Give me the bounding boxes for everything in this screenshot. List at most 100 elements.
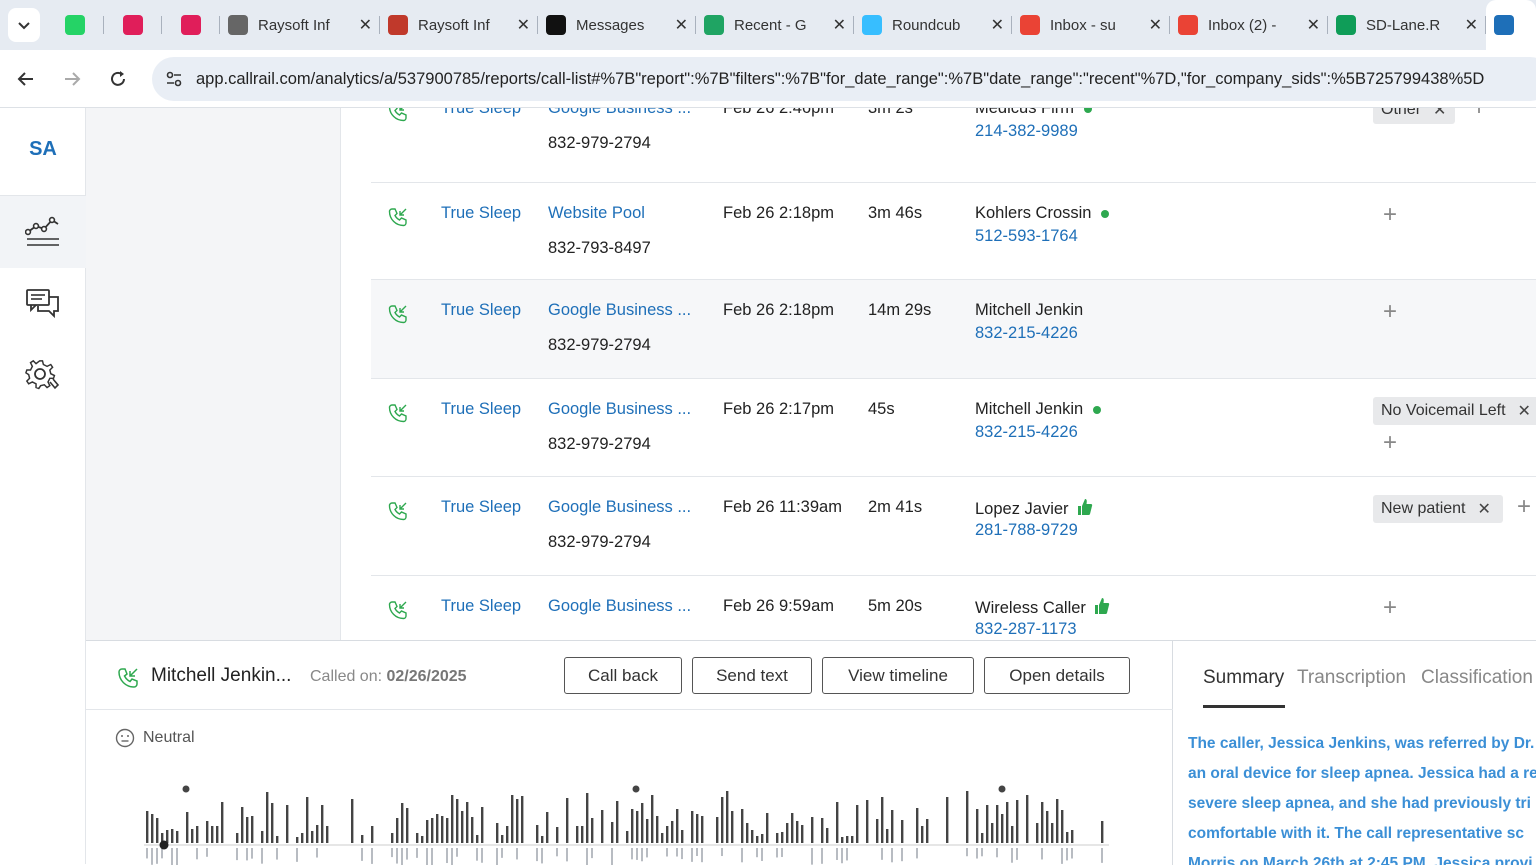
audio-waveform[interactable] — [144, 781, 1114, 865]
caller-name-cell: Lopez Javier — [975, 498, 1093, 519]
add-tag-button[interactable]: + — [1472, 108, 1486, 122]
browser-tab[interactable]: Inbox (2) - ✕ — [1170, 0, 1328, 50]
remove-tag-icon[interactable]: ✕ — [1518, 401, 1531, 421]
call-row[interactable]: True Sleep Website Pool 832-793-8497 Feb 26… — [371, 183, 1536, 280]
waveform-bar-secondary — [261, 848, 263, 864]
tab-title: Inbox (2) - — [1208, 16, 1277, 34]
forward-button[interactable] — [52, 59, 92, 99]
tab-title: Roundcub — [892, 16, 961, 34]
remove-tag-icon[interactable]: ✕ — [1433, 108, 1446, 120]
caller-phone-link[interactable]: 832-215-4226 — [975, 423, 1078, 442]
waveform-marker[interactable] — [182, 785, 190, 793]
tab-summary[interactable]: Summary — [1203, 667, 1284, 689]
waveform-bar-secondary — [756, 848, 758, 858]
browser-tab[interactable]: Raysoft Inf ✕ — [220, 0, 380, 50]
browser-tab[interactable] — [46, 0, 104, 50]
call-row[interactable]: True Sleep Google Business ... 832-979-279… — [371, 108, 1536, 183]
account-avatar[interactable]: SA — [0, 138, 86, 161]
caller-phone-link[interactable]: 832-287-1173 — [975, 620, 1077, 639]
browser-tab[interactable]: Messages ✕ — [538, 0, 696, 50]
address-bar[interactable]: app.callrail.com/analytics/a/537900785/r… — [152, 57, 1536, 101]
company-link[interactable]: True Sleep — [441, 301, 521, 320]
call-row[interactable]: True Sleep Google Business ... 832-979-279… — [371, 280, 1536, 379]
browser-tab[interactable]: SD-Lane.R ✕ — [1328, 0, 1486, 50]
add-tag-button[interactable]: + — [1383, 298, 1397, 326]
source-link[interactable]: Google Business ... — [548, 301, 691, 320]
upwork-icon — [546, 15, 566, 35]
caller-phone-link[interactable]: 214-382-9989 — [975, 122, 1078, 141]
caller-phone-link[interactable]: 512-593-1764 — [975, 227, 1078, 246]
add-tag-button[interactable]: + — [1383, 429, 1397, 457]
nav-analytics[interactable] — [0, 196, 86, 268]
browser-tab[interactable] — [162, 0, 220, 50]
site-settings-icon[interactable] — [164, 69, 184, 89]
close-tab-icon[interactable]: ✕ — [991, 15, 1004, 35]
waveform-bar-secondary — [836, 848, 838, 860]
caller-phone-link[interactable]: 832-215-4226 — [975, 324, 1078, 343]
waveform-bar — [901, 820, 904, 843]
tab-transcription[interactable]: Transcription — [1297, 667, 1406, 689]
tab-search-button[interactable] — [8, 8, 40, 42]
waveform-bar-secondary — [1011, 848, 1013, 863]
waveform-bar — [521, 796, 524, 843]
close-tab-icon[interactable]: ✕ — [833, 15, 846, 35]
call-row[interactable]: True Sleep Google Business ... 832-979-279… — [371, 379, 1536, 477]
browser-tab[interactable]: Recent - G ✕ — [696, 0, 854, 50]
browser-tab[interactable]: Inbox - su ✕ — [1012, 0, 1170, 50]
close-tab-icon[interactable]: ✕ — [517, 15, 530, 35]
waveform-bar-secondary — [981, 848, 983, 857]
waveform-bar-secondary — [666, 848, 668, 857]
browser-tab[interactable]: Roundcub ✕ — [854, 0, 1012, 50]
company-link[interactable]: True Sleep — [441, 400, 521, 419]
waveform-bar-secondary — [156, 848, 158, 864]
waveform-bar — [241, 807, 244, 843]
source-link[interactable]: Google Business ... — [548, 597, 691, 616]
browser-tab[interactable] — [104, 0, 162, 50]
waveform-marker[interactable] — [998, 785, 1006, 793]
add-tag-button[interactable]: + — [1517, 493, 1531, 521]
close-tab-icon[interactable]: ✕ — [675, 15, 688, 35]
source-link[interactable]: Google Business ... — [548, 498, 691, 517]
caller-phone-link[interactable]: 281-788-9729 — [975, 521, 1078, 540]
view-timeline-button[interactable]: View timeline — [822, 657, 974, 694]
waveform-bar — [986, 805, 989, 843]
waveform-bar — [656, 816, 659, 843]
browser-tab[interactable] — [1486, 0, 1536, 50]
playhead-handle[interactable] — [159, 840, 169, 850]
waveform-bar-secondary — [171, 848, 173, 865]
company-link[interactable]: True Sleep — [441, 597, 521, 616]
open-details-button[interactable]: Open details — [984, 657, 1130, 694]
tracking-number: 832-979-2794 — [548, 134, 651, 152]
source-link[interactable]: Google Business ... — [548, 108, 691, 118]
close-tab-icon[interactable]: ✕ — [1465, 15, 1478, 35]
waveform-bar — [681, 830, 684, 843]
close-tab-icon[interactable]: ✕ — [1307, 15, 1320, 35]
add-tag-button[interactable]: + — [1383, 201, 1397, 229]
call-row[interactable]: True Sleep Google Business ... 832-979-279… — [371, 477, 1536, 576]
waveform-marker[interactable] — [632, 785, 640, 793]
waveform-bar — [786, 823, 789, 843]
add-tag-button[interactable]: + — [1383, 594, 1397, 622]
reload-button[interactable] — [98, 59, 138, 99]
waveform-bar-secondary — [591, 848, 593, 859]
remove-tag-icon[interactable]: ✕ — [1478, 499, 1491, 519]
company-link[interactable]: True Sleep — [441, 204, 521, 223]
source-link[interactable]: Google Business ... — [548, 400, 691, 419]
nav-settings[interactable] — [0, 339, 86, 411]
call-duration: 45s — [868, 400, 895, 418]
call-row[interactable]: True Sleep Google Business ... Feb 26 9:59… — [371, 576, 1536, 640]
waveform-bar — [616, 801, 619, 843]
tab-classification[interactable]: Classification — [1421, 667, 1533, 689]
nav-conversations[interactable] — [0, 268, 86, 340]
send-text-button[interactable]: Send text — [692, 657, 812, 694]
call-back-button[interactable]: Call back — [564, 657, 682, 694]
company-link[interactable]: True Sleep — [441, 498, 521, 517]
close-tab-icon[interactable]: ✕ — [359, 15, 372, 35]
source-link[interactable]: Website Pool — [548, 204, 645, 223]
close-tab-icon[interactable]: ✕ — [1149, 15, 1162, 35]
waveform-bar — [916, 808, 919, 843]
company-link[interactable]: True Sleep — [441, 108, 521, 118]
back-button[interactable] — [6, 59, 46, 99]
browser-tab[interactable]: Raysoft Inf ✕ — [380, 0, 538, 50]
waveform-bar-secondary — [1066, 848, 1068, 861]
